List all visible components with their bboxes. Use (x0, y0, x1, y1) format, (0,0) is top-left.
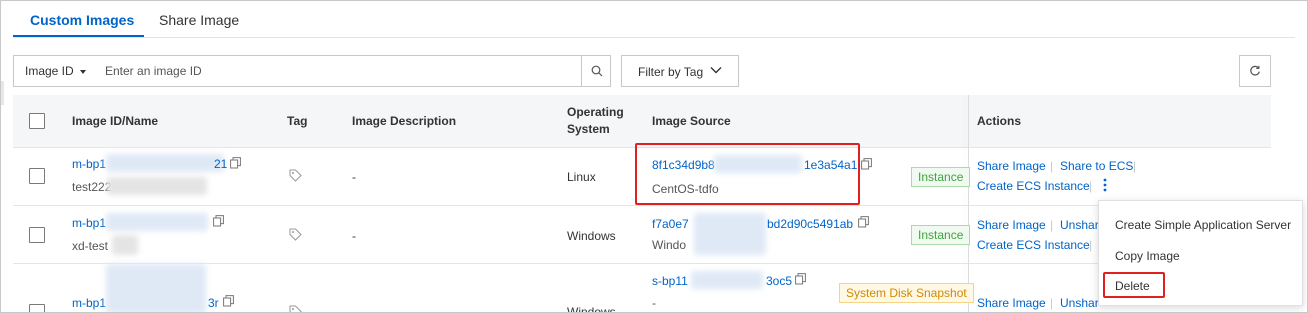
select-all-checkbox[interactable] (29, 113, 45, 129)
create-ecs-instance-link[interactable]: Create ECS Instance (977, 179, 1090, 193)
chevron-down-icon (710, 67, 722, 74)
highlight-box-delete (1103, 272, 1165, 298)
copy-icon[interactable] (861, 158, 872, 170)
menu-item-create-simple-application-server[interactable]: Create Simple Application Server (1115, 218, 1291, 232)
source-type-badge: Instance (911, 225, 971, 245)
action-separator: | (1050, 296, 1054, 310)
row-checkbox[interactable] (29, 304, 45, 312)
image-id-link-end[interactable]: 3r (208, 296, 219, 310)
copy-icon[interactable] (795, 273, 806, 285)
source-name: Windo (652, 238, 687, 252)
share-image-link[interactable]: Share Image (977, 159, 1046, 173)
image-description: - (352, 229, 356, 243)
action-separator: | (1050, 159, 1054, 173)
share-image-link[interactable]: Share Image (977, 218, 1046, 232)
action-separator: | (1089, 179, 1093, 193)
menu-item-copy-image[interactable]: Copy Image (1115, 249, 1180, 263)
redacted-name (112, 235, 138, 255)
header-os-line2: System (567, 122, 610, 136)
action-separator: | (1050, 218, 1054, 232)
share-to-ecs-link[interactable]: Share to ECS (1060, 159, 1133, 173)
copy-icon[interactable] (230, 157, 241, 169)
more-actions-icon[interactable] (1102, 177, 1108, 193)
image-description: - (352, 170, 356, 184)
tag-icon[interactable] (289, 228, 302, 241)
source-name: - (652, 296, 656, 310)
search-type-label: Image ID (25, 64, 74, 78)
copy-icon[interactable] (223, 295, 234, 307)
source-type-badge: Instance (911, 167, 971, 187)
redacted-id (106, 213, 208, 231)
header-description: Image Description (352, 114, 457, 128)
search-button[interactable] (581, 56, 611, 86)
panel-edge-marker (1, 81, 4, 105)
header-image-source: Image Source (652, 114, 731, 128)
copy-icon[interactable] (858, 216, 869, 228)
header-os-line1: Operating (567, 105, 624, 119)
header-actions: Actions (977, 114, 1022, 128)
header-image-id: Image ID/Name (72, 114, 159, 128)
search-box: Image ID (13, 55, 611, 87)
image-name: xd-test (72, 239, 109, 253)
row-checkbox[interactable] (29, 227, 45, 243)
operating-system: Linux (567, 170, 596, 184)
action-separator: | (1133, 159, 1137, 173)
image-list-panel: Custom Images Share Image Image ID Filte… (0, 0, 1308, 313)
share-image-link[interactable]: Share Image (977, 296, 1046, 310)
source-snapshot-link-end[interactable]: 3oc5 (766, 274, 792, 288)
image-id-link[interactable]: m-bp1 (72, 216, 106, 230)
row-checkbox[interactable] (29, 168, 45, 184)
operating-system: Windows (567, 305, 616, 313)
caret-down-icon (79, 69, 86, 74)
filter-by-tag-label: Filter by Tag (638, 65, 704, 79)
search-icon (591, 65, 602, 77)
source-snapshot-link[interactable]: s-bp11 (652, 274, 688, 288)
image-id-link[interactable]: m-bp1 (72, 157, 106, 171)
search-input[interactable] (105, 56, 580, 86)
header-tag: Tag (287, 114, 308, 128)
filter-by-tag-button[interactable]: Filter by Tag (621, 55, 739, 87)
redacted-name (107, 177, 207, 195)
active-tab-indicator (13, 35, 144, 37)
unshare-link[interactable]: Unshar (1060, 296, 1099, 310)
image-id-link[interactable]: m-bp1 (72, 296, 106, 310)
highlight-box-source (635, 143, 860, 205)
operating-system: Windows (567, 229, 616, 243)
redacted-id (106, 264, 206, 312)
tag-icon[interactable] (289, 169, 302, 182)
row-divider (13, 205, 1271, 206)
source-instance-link-end[interactable]: bd2d90c5491ab (767, 217, 853, 231)
tab-custom-images[interactable]: Custom Images (30, 12, 134, 28)
create-ecs-instance-link[interactable]: Create ECS Instance (977, 238, 1090, 252)
table-header: Image ID/Name Tag Image Description Oper… (13, 95, 1271, 147)
more-actions-menu: Create Simple Application Server Copy Im… (1098, 200, 1303, 306)
actions-column-divider (968, 95, 969, 312)
redacted-source-id (694, 213, 766, 255)
source-type-badge: System Disk Snapshot (839, 283, 974, 303)
action-separator: | (1089, 238, 1093, 252)
source-instance-link[interactable]: f7a0e7 (652, 217, 689, 231)
tag-icon[interactable] (289, 305, 302, 313)
tab-share-image[interactable]: Share Image (159, 12, 239, 28)
unshare-link[interactable]: Unshar (1060, 218, 1099, 232)
refresh-icon (1250, 65, 1260, 76)
refresh-button[interactable] (1239, 55, 1271, 87)
image-tabs: Custom Images Share Image (13, 1, 1295, 38)
search-type-select[interactable]: Image ID (14, 56, 102, 86)
redacted-id (106, 154, 224, 172)
copy-icon[interactable] (213, 215, 224, 227)
image-name: test222 (72, 180, 112, 194)
redacted-source-id (691, 271, 763, 289)
image-id-link-end[interactable]: 21 (214, 157, 227, 171)
